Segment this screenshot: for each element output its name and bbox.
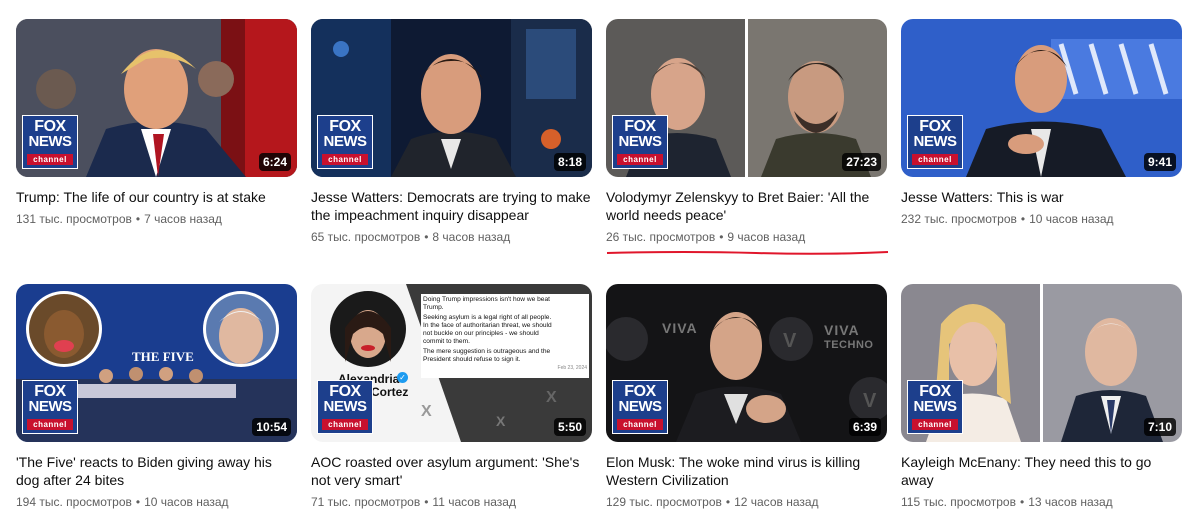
- view-count: 65 тыс. просмотров: [311, 230, 421, 244]
- svg-text:X: X: [546, 389, 557, 406]
- video-duration: 9:41: [1143, 153, 1176, 171]
- aoc-name-2: Cortez: [371, 385, 409, 399]
- video-duration: 8:18: [553, 153, 586, 171]
- video-meta: 65 тыс. просмотров • 8 часов назад: [311, 229, 592, 245]
- video-title[interactable]: 'The Five' reacts to Biden giving away h…: [16, 453, 297, 489]
- tweet-line: Seeking asylum is a legal right of all p…: [423, 314, 552, 321]
- video-thumbnail[interactable]: THE FIVE FOX NEWS channel 10:54: [16, 284, 297, 442]
- video-title[interactable]: Elon Musk: The woke mind virus is killin…: [606, 453, 887, 489]
- view-count: 194 тыс. просмотров: [16, 495, 132, 509]
- fox-news-logo: FOX NEWS channel: [612, 115, 668, 169]
- tweet-line: In the face of authoritarian threat, we …: [423, 322, 552, 329]
- separator-dot: •: [424, 230, 429, 244]
- tweet-date: Feb 23, 2024: [557, 365, 587, 371]
- video-thumbnail[interactable]: FOX NEWS channel 9:41: [901, 19, 1182, 177]
- video-thumbnail[interactable]: FOX NEWS channel 7:10: [901, 284, 1182, 442]
- video-meta: 26 тыс. просмотров • 9 часов назад: [606, 229, 887, 245]
- fox-news-logo: FOX NEWS channel: [22, 115, 78, 169]
- separator-dot: •: [725, 495, 731, 509]
- separator-dot: •: [1020, 212, 1026, 226]
- video-duration: 10:54: [252, 418, 291, 436]
- viva-text-2: VIVA: [824, 322, 860, 338]
- video-card[interactable]: X X X Doing Trump impressions isn't how …: [311, 284, 592, 510]
- upload-age: 13 часов назад: [1028, 495, 1113, 509]
- video-card[interactable]: THE FIVE FOX NEWS channel 10:54 'The Five'…: [16, 284, 297, 510]
- separator-dot: •: [135, 495, 141, 509]
- svg-text:X: X: [421, 403, 432, 420]
- tweet-line: commit to them.: [423, 338, 470, 345]
- view-count: 131 тыс. просмотров: [16, 212, 132, 226]
- upload-age: 11 часов назад: [432, 495, 516, 509]
- video-thumbnail[interactable]: FOX NEWS channel 8:18: [311, 19, 592, 177]
- video-title[interactable]: Volodymyr Zelenskyy to Bret Baier: 'All …: [606, 188, 887, 224]
- fox-news-logo: FOX NEWS channel: [907, 115, 963, 169]
- fox-news-logo: FOX NEWS channel: [612, 380, 668, 434]
- separator-dot: •: [719, 230, 724, 244]
- fox-news-logo: FOX NEWS channel: [317, 380, 373, 434]
- video-duration: 6:24: [258, 153, 291, 171]
- upload-age: 10 часов назад: [144, 495, 229, 509]
- view-count: 71 тыс. просмотров: [311, 495, 421, 509]
- video-card[interactable]: V V VIVA VIVA TECHNO FOX NEWS channel 6:39…: [606, 284, 887, 510]
- video-thumbnail[interactable]: FOX NEWS channel 6:24: [16, 19, 297, 177]
- video-meta: 71 тыс. просмотров • 11 часов назад: [311, 494, 592, 510]
- separator-dot: •: [135, 212, 141, 226]
- separator-dot: •: [1019, 495, 1025, 509]
- video-card[interactable]: FOX NEWS channel 7:10 Kayleigh McEnany: Th…: [901, 284, 1182, 510]
- five-banner: THE FIVE: [132, 349, 194, 364]
- video-title[interactable]: AOC roasted over asylum argument: 'She's…: [311, 453, 592, 489]
- svg-text:V: V: [863, 390, 877, 412]
- video-card[interactable]: FOX NEWS channel 6:24 Trump: The life of o…: [16, 19, 297, 227]
- view-count: 26 тыс. просмотров: [606, 230, 716, 244]
- tweet-line: The mere suggestion is outrageous and th…: [423, 348, 551, 355]
- tweet-card: Doing Trump impressions isn't how we bea…: [423, 296, 587, 372]
- view-count: 232 тыс. просмотров: [901, 212, 1017, 226]
- video-duration: 7:10: [1143, 418, 1176, 436]
- video-meta: 131 тыс. просмотров • 7 часов назад: [16, 211, 297, 227]
- video-thumbnail[interactable]: FOX NEWS channel 27:23: [606, 19, 887, 177]
- video-duration: 27:23: [842, 153, 881, 171]
- video-meta: 115 тыс. просмотров • 13 часов назад: [901, 494, 1182, 510]
- video-title[interactable]: Jesse Watters: This is war: [901, 188, 1182, 206]
- video-card[interactable]: FOX NEWS channel 9:41 Jesse Watters: This …: [901, 19, 1182, 227]
- fox-news-logo: FOX NEWS channel: [907, 380, 963, 434]
- fox-news-logo: FOX NEWS channel: [317, 115, 373, 169]
- video-meta: 232 тыс. просмотров • 10 часов назад: [901, 211, 1182, 227]
- upload-age: 10 часов назад: [1029, 212, 1114, 226]
- svg-text:X: X: [496, 413, 506, 429]
- video-meta: 194 тыс. просмотров • 10 часов назад: [16, 494, 297, 510]
- red-underline-annotation: [606, 251, 889, 255]
- tweet-line: President should refuse to sign it.: [423, 356, 521, 363]
- view-count: 129 тыс. просмотров: [606, 495, 722, 509]
- fox-news-logo: FOX NEWS channel: [22, 380, 78, 434]
- verified-badge-icon: ✓: [397, 372, 408, 383]
- video-thumbnail[interactable]: V V VIVA VIVA TECHNO FOX NEWS channel 6:39: [606, 284, 887, 442]
- upload-age: 12 часов назад: [734, 495, 819, 509]
- video-card[interactable]: FOX NEWS channel 8:18 Jesse Watters: Democ…: [311, 19, 592, 245]
- viva-text: VIVA: [662, 320, 698, 336]
- video-title[interactable]: Trump: The life of our country is at sta…: [16, 188, 297, 206]
- video-thumbnail[interactable]: X X X Doing Trump impressions isn't how …: [311, 284, 592, 442]
- video-card[interactable]: FOX NEWS channel 27:23 Volodymyr Zelenskyy…: [606, 19, 887, 245]
- tweet-line: not buckle on our principles - we should: [423, 330, 539, 337]
- video-duration: 6:39: [848, 418, 881, 436]
- video-title[interactable]: Jesse Watters: Democrats are trying to m…: [311, 188, 592, 224]
- viva-subtext: TECHNO: [824, 339, 874, 351]
- video-duration: 5:50: [553, 418, 586, 436]
- view-count: 115 тыс. просмотров: [901, 495, 1016, 509]
- separator-dot: •: [424, 495, 429, 509]
- upload-age: 8 часов назад: [432, 230, 511, 244]
- upload-age: 7 часов назад: [144, 212, 222, 226]
- tweet-line: Trump.: [423, 304, 444, 311]
- video-meta: 129 тыс. просмотров • 12 часов назад: [606, 494, 887, 510]
- video-title[interactable]: Kayleigh McEnany: They need this to go a…: [901, 453, 1182, 489]
- upload-age: 9 часов назад: [727, 230, 806, 244]
- svg-text:V: V: [783, 330, 797, 352]
- tweet-line: Doing Trump impressions isn't how we bea…: [423, 296, 550, 303]
